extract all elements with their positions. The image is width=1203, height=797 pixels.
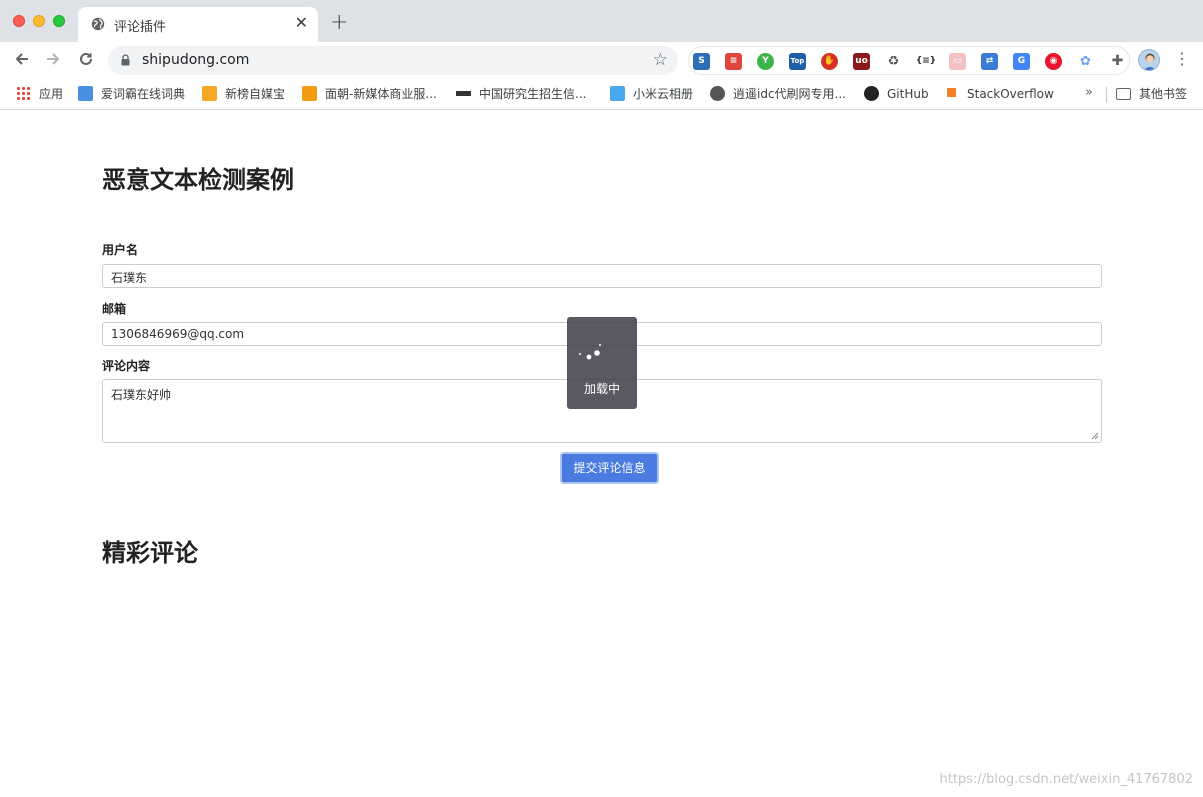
comments-section-title: 精彩评论 <box>102 539 198 567</box>
bookmark-stackoverflow[interactable]: StackOverflow <box>944 84 1054 104</box>
bookmark-star-icon[interactable]: ☆ <box>653 50 668 70</box>
new-tab-button[interactable]: + <box>330 12 348 34</box>
tab-close-icon[interactable]: ✕ <box>295 14 308 32</box>
comment-text: 石璞东好帅 <box>111 388 172 402</box>
lock-icon <box>121 54 130 66</box>
submit-comment-button[interactable]: 提交评论信息 <box>560 452 659 484</box>
stackoverflow-icon <box>944 86 959 101</box>
folder-icon <box>1116 88 1131 100</box>
bookmark-other-folder[interactable]: 其他书签 <box>1116 84 1187 104</box>
iciba-icon <box>78 86 93 101</box>
apps-grid-icon <box>16 86 31 101</box>
window-zoom-button[interactable] <box>53 15 65 27</box>
xinbang-icon <box>202 86 217 101</box>
extension-notes-icon[interactable]: ≡ <box>725 53 742 70</box>
extension-flower-icon[interactable]: ✿ <box>1077 53 1094 70</box>
back-arrow-icon[interactable] <box>12 50 32 70</box>
forward-arrow-icon[interactable] <box>43 50 63 70</box>
extension-recycle-icon[interactable]: ♻ <box>885 53 902 70</box>
tab-active[interactable]: 评论插件 ✕ <box>78 7 318 42</box>
extension-translate-icon[interactable]: ⇄ <box>981 53 998 70</box>
username-label: 用户名 <box>102 243 139 257</box>
extensions-puzzle-icon[interactable]: ✚ <box>1109 53 1126 70</box>
extension-google-translate-icon[interactable]: G <box>1013 53 1030 70</box>
cloud-icon <box>610 86 625 101</box>
extension-y-icon[interactable]: Y <box>757 53 774 70</box>
graduation-cap-icon <box>456 86 471 101</box>
bookmarks-divider <box>1106 87 1107 103</box>
email-label: 邮箱 <box>102 302 127 316</box>
bookmark-iciba[interactable]: 爱词霸在线词典 <box>78 84 185 104</box>
loading-spinner-icon <box>578 343 602 360</box>
bookmark-mianchao[interactable]: 面朝-新媒体商业服... <box>302 84 437 104</box>
globe-icon <box>91 17 105 31</box>
reload-icon[interactable] <box>76 50 96 70</box>
comment-label: 评论内容 <box>102 359 151 373</box>
profile-avatar[interactable] <box>1138 49 1160 71</box>
bookmark-xiaoyao[interactable]: 逍遥idc代刷网专用... <box>710 84 846 104</box>
resize-grip-icon[interactable] <box>1091 432 1099 440</box>
mianchao-icon <box>302 86 317 101</box>
bookmark-xinbang[interactable]: 新榜自媒宝 <box>202 84 285 104</box>
github-icon <box>864 86 879 101</box>
tab-strip: 评论插件 ✕ + <box>0 0 1203 42</box>
browser-menu-icon[interactable]: ⋮ <box>1174 50 1190 68</box>
url-text: shipudong.com <box>142 52 250 68</box>
page-content: 恶意文本检测案例 用户名 石璞东 邮箱 1306846969@qq.com 评论… <box>0 111 1203 797</box>
extension-s-icon[interactable]: S <box>693 53 710 70</box>
watermark-text: https://blog.csdn.net/weixin_41767802 <box>939 772 1193 787</box>
extension-tophub-icon[interactable]: Top <box>789 53 806 70</box>
extensions-bar: S ≡ Y Top ✋ uo ♻ {≡} ▭ ⇄ G ◉ ✿ ✚ <box>688 46 1130 75</box>
bookmark-apps[interactable]: 应用 <box>16 84 63 104</box>
extension-stop-icon[interactable]: ✋ <box>821 53 838 70</box>
username-input[interactable]: 石璞东 <box>102 264 1102 288</box>
bookmarks-bar: 应用 爱词霸在线词典 新榜自媒宝 面朝-新媒体商业服... 中国研究生招生信..… <box>0 78 1203 110</box>
loading-text: 加载中 <box>583 382 620 396</box>
extension-weibo-icon[interactable]: ◉ <box>1045 53 1062 70</box>
page-title: 恶意文本检测案例 <box>102 166 294 194</box>
browser-window: 评论插件 ✕ + shipudong.com ☆ S ≡ Y Top ✋ uo … <box>0 0 1203 797</box>
address-bar[interactable]: shipudong.com ☆ <box>108 46 678 75</box>
tab-title: 评论插件 <box>114 20 167 35</box>
extension-json-icon[interactable]: {≡} <box>915 53 937 70</box>
window-close-button[interactable] <box>13 15 25 27</box>
bookmark-mi-cloud[interactable]: 小米云相册 <box>610 84 693 104</box>
browser-toolbar: shipudong.com ☆ S ≡ Y Top ✋ uo ♻ {≡} ▭ ⇄… <box>0 42 1203 78</box>
bookmarks-overflow-icon[interactable]: » <box>1085 85 1093 100</box>
extension-ublock-icon[interactable]: uo <box>853 53 870 70</box>
globe-icon <box>710 86 725 101</box>
window-minimize-button[interactable] <box>33 15 45 27</box>
extension-screenshot-icon[interactable]: ▭ <box>949 53 966 70</box>
bookmark-yanzhao[interactable]: 中国研究生招生信... <box>456 84 586 104</box>
bookmark-github[interactable]: GitHub <box>864 84 929 104</box>
loading-toast: 加载中 <box>567 317 637 409</box>
